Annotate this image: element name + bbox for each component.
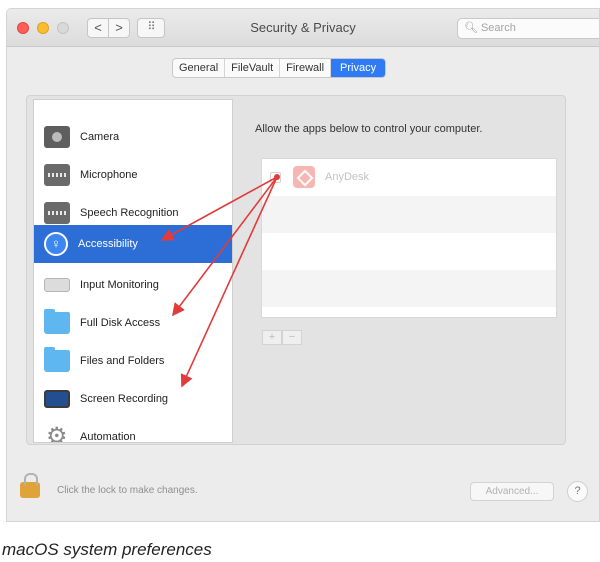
privacy-sidebar[interactable]: Camera Microphone Speech Recognition Acc… [33,99,233,443]
app-permission-checkbox[interactable] [270,172,281,183]
anydesk-icon [293,166,315,188]
folder-icon [44,347,70,372]
sidebar-item-input-monitoring[interactable]: Input Monitoring [34,266,232,304]
sidebar-item-microphone[interactable]: Microphone [34,156,232,194]
speech-icon [44,202,70,224]
tab-filevault[interactable]: FileVault [225,59,281,77]
sidebar-item-label: Camera [80,131,120,143]
empty-list-row [262,233,556,270]
lock-icon[interactable] [20,473,40,498]
advanced-button[interactable]: Advanced... [470,482,554,501]
sidebar-item-automation[interactable]: Automation [34,418,232,443]
help-button[interactable]: ? [567,481,588,502]
gear-icon [44,422,70,442]
app-permission-list[interactable]: AnyDesk [261,158,557,318]
accessibility-icon [44,232,68,256]
sidebar-item-label: Screen Recording [80,393,169,405]
sidebar-item-accessibility[interactable]: Accessibility [34,225,232,263]
add-app-button[interactable]: + [262,330,282,345]
lock-hint: Click the lock to make changes. [57,485,198,496]
footer-bar: Click the lock to make changes. Advanced… [0,470,600,510]
sidebar-item-label: Accessibility [78,238,138,250]
sidebar-item-screen-recording[interactable]: Screen Recording [34,380,232,418]
display-icon [44,390,70,408]
tab-privacy[interactable]: Privacy [331,59,386,77]
keyboard-icon [44,278,70,292]
folder-icon [44,309,70,334]
tab-firewall[interactable]: Firewall [280,59,332,77]
sidebar-item-label: Files and Folders [80,355,165,367]
empty-list-row [262,270,556,307]
sidebar-item-label: Microphone [80,169,138,181]
microphone-icon [44,164,70,186]
sidebar-item-camera[interactable]: Camera [34,118,232,156]
list-item[interactable]: AnyDesk [262,159,556,196]
sidebar-item-label: Automation [80,431,136,443]
search-input[interactable]: 🔍︎ Search [457,18,599,39]
app-name: AnyDesk [325,171,370,183]
sidebar-item-label: Full Disk Access [80,317,161,329]
sidebar-item-label: Input Monitoring [80,279,159,291]
permission-description: Allow the apps below to control your com… [255,123,483,135]
search-icon: 🔍︎ [464,22,478,34]
camera-icon [44,126,70,148]
search-placeholder: Search [480,22,516,34]
sidebar-item-label: Speech Recognition [80,207,179,219]
privacy-tab-bar: General FileVault Firewall Privacy [172,58,387,78]
empty-list-row [262,196,556,233]
add-remove-controls: + − [262,330,302,345]
sidebar-item-files-and-folders[interactable]: Files and Folders [34,342,232,380]
image-caption: macOS system preferences [2,540,212,559]
title-bar: < > ⠿ Security & Privacy 🔍︎ Search [7,9,599,47]
tab-general[interactable]: General [173,59,226,77]
remove-app-button[interactable]: − [282,330,302,345]
sidebar-item-full-disk-access[interactable]: Full Disk Access [34,304,232,342]
